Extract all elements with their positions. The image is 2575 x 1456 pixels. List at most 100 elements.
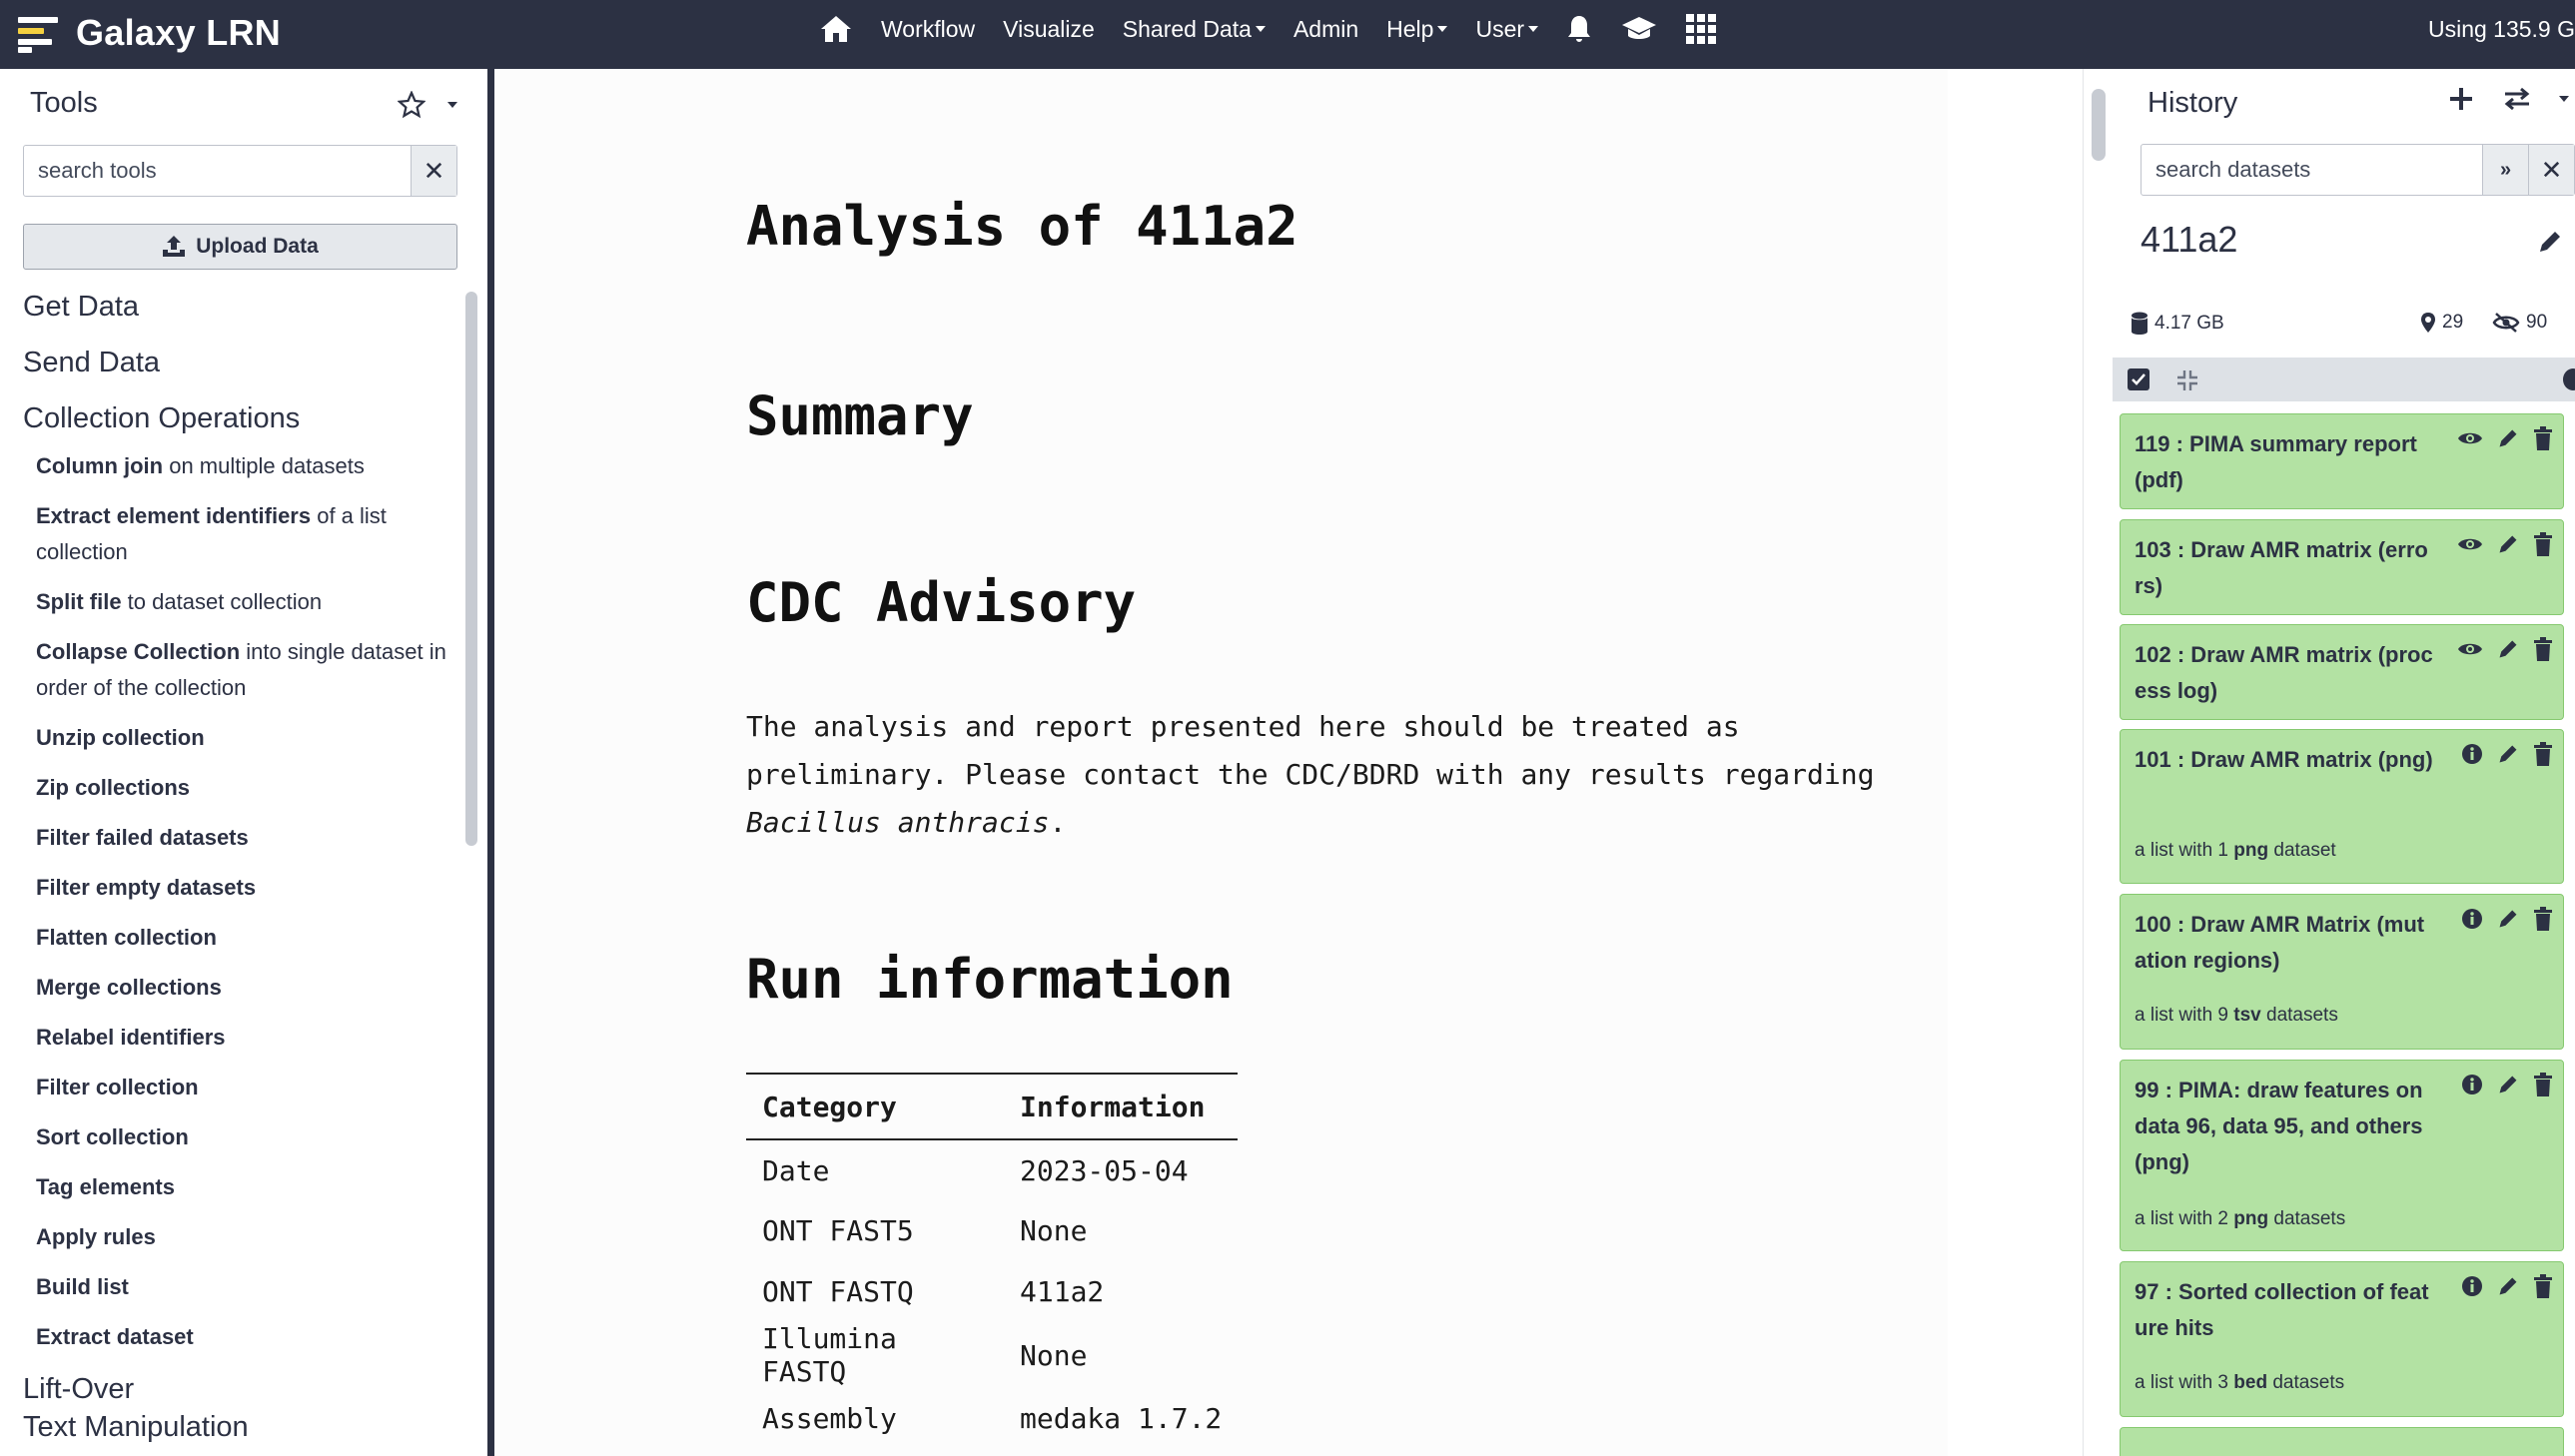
pencil-icon[interactable] xyxy=(2497,533,2519,555)
tool-unzip-collection[interactable]: Unzip collection xyxy=(23,720,452,756)
star-icon[interactable] xyxy=(398,91,426,119)
brand[interactable]: Galaxy LRN xyxy=(18,8,281,58)
nav-user[interactable]: User xyxy=(1475,16,1539,43)
history-item-title: 99 : PIMA: draw features on data 96, dat… xyxy=(2135,1078,2423,1174)
history-item[interactable]: 101 : Draw AMR matrix (png) a list with … xyxy=(2120,729,2564,884)
pencil-icon[interactable] xyxy=(2497,908,2519,930)
tool-filter-failed-datasets[interactable]: Filter failed datasets xyxy=(23,820,452,856)
eye-icon[interactable] xyxy=(2457,429,2483,447)
masthead: Galaxy LRN Workflow Visualize Shared Dat… xyxy=(0,0,2575,69)
trash-icon[interactable] xyxy=(2533,907,2553,931)
table-row: Assembly medaka 1.7.2 xyxy=(746,1388,1238,1449)
tool-section-send-data[interactable]: Send Data xyxy=(23,335,452,390)
tool-filter-collection[interactable]: Filter collection xyxy=(23,1070,452,1105)
pencil-icon[interactable] xyxy=(2537,229,2563,255)
pencil-icon[interactable] xyxy=(2497,1074,2519,1095)
tool-flatten-collection[interactable]: Flatten collection xyxy=(23,920,452,956)
table-row: ONT FAST5 None xyxy=(746,1200,1238,1261)
grid-icon[interactable] xyxy=(1686,14,1717,44)
main-nav: Workflow Visualize Shared Data Admin Hel… xyxy=(819,0,1744,58)
history-item[interactable]: 103 : Draw AMR matrix (errors) xyxy=(2120,519,2564,615)
info-icon[interactable] xyxy=(2461,743,2483,765)
trash-icon[interactable] xyxy=(2533,1274,2553,1298)
shown-count[interactable]: 29 xyxy=(2420,312,2463,334)
info-icon[interactable] xyxy=(2461,908,2483,930)
history-item[interactable]: 99 : PIMA: draw features on data 96, dat… xyxy=(2120,1060,2564,1251)
home-icon[interactable] xyxy=(819,14,853,44)
quota-meter[interactable]: Using 135.9 G xyxy=(2428,0,2575,58)
tool-panel: Tools ✕ Upload Data Get Data Send Data C… xyxy=(0,69,487,1456)
chevron-down-icon[interactable] xyxy=(2559,96,2569,102)
upload-data-button[interactable]: Upload Data xyxy=(23,224,457,270)
history-name: 411a2 xyxy=(2141,219,2238,260)
history-item[interactable]: 97 : Sorted collection of feature hits a… xyxy=(2120,1261,2564,1417)
advanced-search-icon[interactable]: » xyxy=(2482,145,2528,195)
history-item[interactable]: 100 : Draw AMR Matrix (mutation regions)… xyxy=(2120,894,2564,1050)
graduation-cap-icon[interactable] xyxy=(1620,15,1658,43)
pencil-icon[interactable] xyxy=(2497,427,2519,449)
nav-shared-data[interactable]: Shared Data xyxy=(1123,16,1266,43)
report-page: Analysis of 411a2 Summary CDC Advisory T… xyxy=(494,69,1948,1456)
chevron-down-icon[interactable] xyxy=(447,102,457,108)
right-panel-divider[interactable] xyxy=(2083,69,2113,1456)
tool-build-list[interactable]: Build list xyxy=(23,1269,452,1305)
galaxy-logo-icon xyxy=(18,13,58,53)
trash-icon[interactable] xyxy=(2533,1073,2553,1096)
info-icon[interactable] xyxy=(2461,1074,2483,1095)
pencil-icon[interactable] xyxy=(2497,638,2519,660)
tool-extract-dataset[interactable]: Extract dataset xyxy=(23,1319,452,1355)
tool-tag-elements[interactable]: Tag elements xyxy=(23,1169,452,1205)
run-info-table: Category Information Date 2023-05-04 ONT … xyxy=(746,1073,1239,1449)
history-search-input[interactable] xyxy=(2142,145,2482,195)
tool-split-file[interactable]: Split file to dataset collection xyxy=(23,584,452,620)
switch-history-icon[interactable] xyxy=(2503,87,2531,111)
nav-workflow[interactable]: Workflow xyxy=(881,16,975,43)
column-header-category: Category xyxy=(746,1073,1004,1140)
table-cell: Date xyxy=(762,1153,830,1187)
collapse-icon[interactable] xyxy=(2175,368,2199,392)
trash-icon[interactable] xyxy=(2533,637,2553,661)
tool-collapse-collection[interactable]: Collapse Collection into single dataset … xyxy=(23,634,452,706)
select-all-checkbox-icon[interactable] xyxy=(2128,368,2149,390)
eye-icon[interactable] xyxy=(2457,640,2483,658)
gear-icon[interactable] xyxy=(2563,368,2575,390)
tool-panel-scrollbar[interactable] xyxy=(465,292,477,846)
trash-icon[interactable] xyxy=(2533,742,2553,766)
tool-sort-collection[interactable]: Sort collection xyxy=(23,1119,452,1155)
history-item-subtitle: a list with 1 png dataset xyxy=(2135,840,2336,861)
tool-relabel-identifiers[interactable]: Relabel identifiers xyxy=(23,1020,452,1056)
center-scrollbar[interactable] xyxy=(2092,89,2106,161)
info-icon[interactable] xyxy=(2461,1275,2483,1297)
tool-apply-rules[interactable]: Apply rules xyxy=(23,1219,452,1255)
tool-section-text-manipulation[interactable]: Text Manipulation xyxy=(23,1399,452,1455)
tool-filter-empty-datasets[interactable]: Filter empty datasets xyxy=(23,870,452,906)
history-item[interactable]: 119 : PIMA summary report (pdf) xyxy=(2120,413,2564,509)
trash-icon[interactable] xyxy=(2533,532,2553,556)
bell-icon[interactable] xyxy=(1566,14,1592,44)
tool-section-collection-operations[interactable]: Collection Operations xyxy=(23,390,452,446)
trash-icon[interactable] xyxy=(2533,426,2553,450)
nav-admin[interactable]: Admin xyxy=(1293,16,1358,43)
nav-visualize[interactable]: Visualize xyxy=(1003,16,1095,43)
tool-merge-collections[interactable]: Merge collections xyxy=(23,970,452,1006)
pencil-icon[interactable] xyxy=(2497,743,2519,765)
tool-extract-element-identifiers[interactable]: Extract element identifiers of a list co… xyxy=(23,498,452,570)
tool-section-get-data[interactable]: Get Data xyxy=(23,279,452,335)
history-item-actions xyxy=(2447,742,2553,766)
tool-column-join[interactable]: Column join on multiple datasets xyxy=(23,448,452,484)
close-icon[interactable]: ✕ xyxy=(2528,145,2574,195)
close-icon[interactable]: ✕ xyxy=(411,146,456,196)
tool-search-input[interactable] xyxy=(24,146,411,196)
chevron-down-icon xyxy=(1255,26,1266,32)
left-panel-divider[interactable] xyxy=(487,69,494,1456)
history-item[interactable] xyxy=(2120,1427,2564,1456)
eye-icon[interactable] xyxy=(2457,535,2483,553)
hidden-count[interactable]: 90 xyxy=(2492,312,2547,334)
tool-zip-collections[interactable]: Zip collections xyxy=(23,770,452,806)
history-size[interactable]: 4.17 GB xyxy=(2131,312,2224,336)
plus-icon[interactable] xyxy=(2449,87,2473,111)
pencil-icon[interactable] xyxy=(2497,1275,2519,1297)
history-panel-title: History xyxy=(2147,87,2238,119)
history-item[interactable]: 102 : Draw AMR matrix (process log) xyxy=(2120,624,2564,720)
nav-help[interactable]: Help xyxy=(1386,16,1448,43)
